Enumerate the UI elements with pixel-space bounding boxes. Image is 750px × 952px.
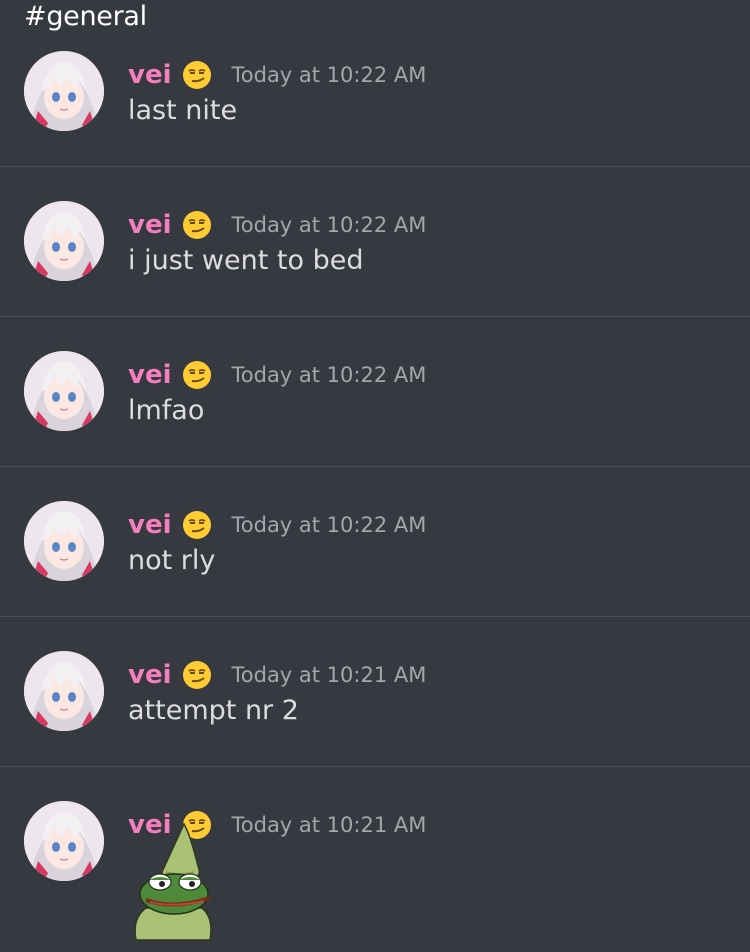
username[interactable]: vei [128,660,172,690]
message-text: attempt nr 2 [128,695,299,726]
pepe-gnome-sticker-icon[interactable] [132,822,222,942]
timestamp: Today at 10:22 AM [231,513,427,537]
message: vei Today at 10:22 AM i just went to bed [0,167,750,317]
avatar[interactable] [24,201,104,281]
message-text: lmfao [128,395,205,426]
message-text: last nite [128,95,238,126]
username[interactable]: vei [128,60,172,90]
smirking-face-icon [182,211,211,239]
message-header: vei Today at 10:22 AM [128,55,426,95]
avatar[interactable] [24,801,104,881]
smirking-face-icon [182,361,211,389]
message: vei Today at 10:22 AM not rly [0,467,750,617]
smirking-face-icon [182,661,211,689]
username[interactable]: vei [128,210,172,240]
message: vei Today at 10:21 AM attempt nr 2 [0,617,750,767]
avatar[interactable] [24,651,104,731]
message: vei Today at 10:21 AM [0,767,750,947]
timestamp: Today at 10:22 AM [231,363,427,387]
message-text: not rly [128,545,216,576]
smirking-face-icon [182,511,211,539]
avatar[interactable] [24,351,104,431]
timestamp: Today at 10:22 AM [231,63,427,87]
message: vei Today at 10:22 AM lmfao [0,317,750,467]
smirking-face-icon [182,61,211,89]
message-list: vei Today at 10:22 AM last nite vei Toda… [0,17,750,947]
username[interactable]: vei [128,360,172,390]
username[interactable]: vei [128,510,172,540]
timestamp: Today at 10:22 AM [231,213,427,237]
avatar[interactable] [24,51,104,131]
message-header: vei Today at 10:21 AM [128,655,426,695]
avatar[interactable] [24,501,104,581]
message-text: i just went to bed [128,245,364,276]
message-header: vei Today at 10:22 AM [128,505,426,545]
message: vei Today at 10:22 AM last nite [0,17,750,167]
timestamp: Today at 10:21 AM [231,663,427,687]
message-header: vei Today at 10:22 AM [128,355,426,395]
timestamp: Today at 10:21 AM [231,813,427,837]
message-header: vei Today at 10:22 AM [128,205,426,245]
